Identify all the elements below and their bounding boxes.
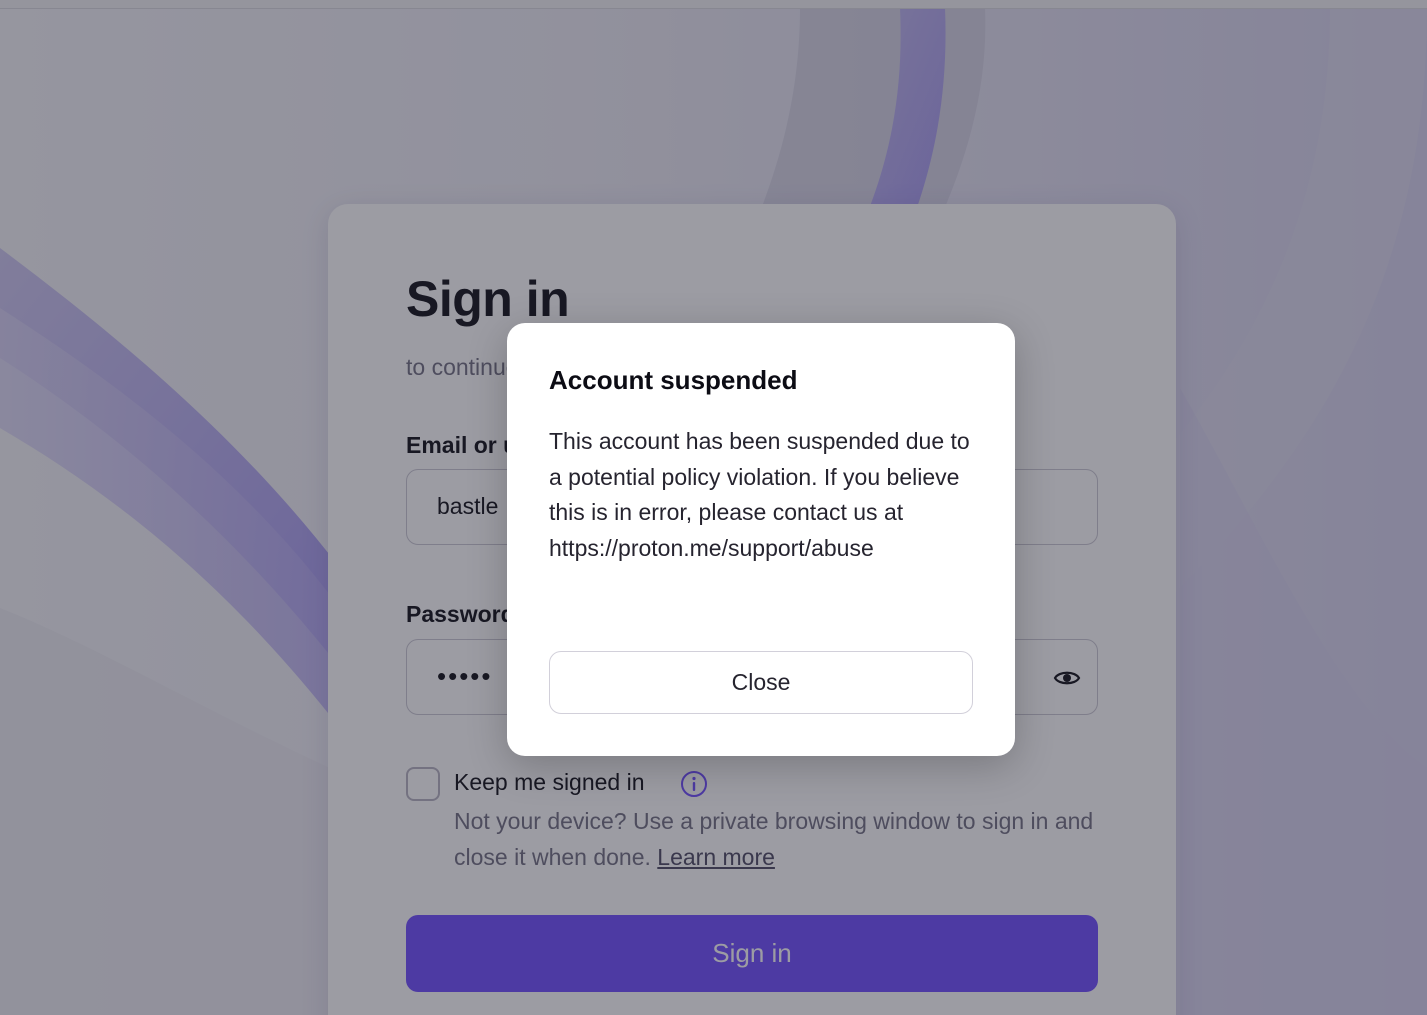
- dialog-title: Account suspended: [549, 365, 798, 395]
- page: Sign in to continue to Proton Email or u…: [0, 0, 1427, 1015]
- close-button[interactable]: Close: [549, 651, 973, 714]
- dialog-message: This account has been suspended due to a…: [549, 428, 970, 561]
- account-suspended-dialog: Account suspended This account has been …: [507, 323, 1015, 756]
